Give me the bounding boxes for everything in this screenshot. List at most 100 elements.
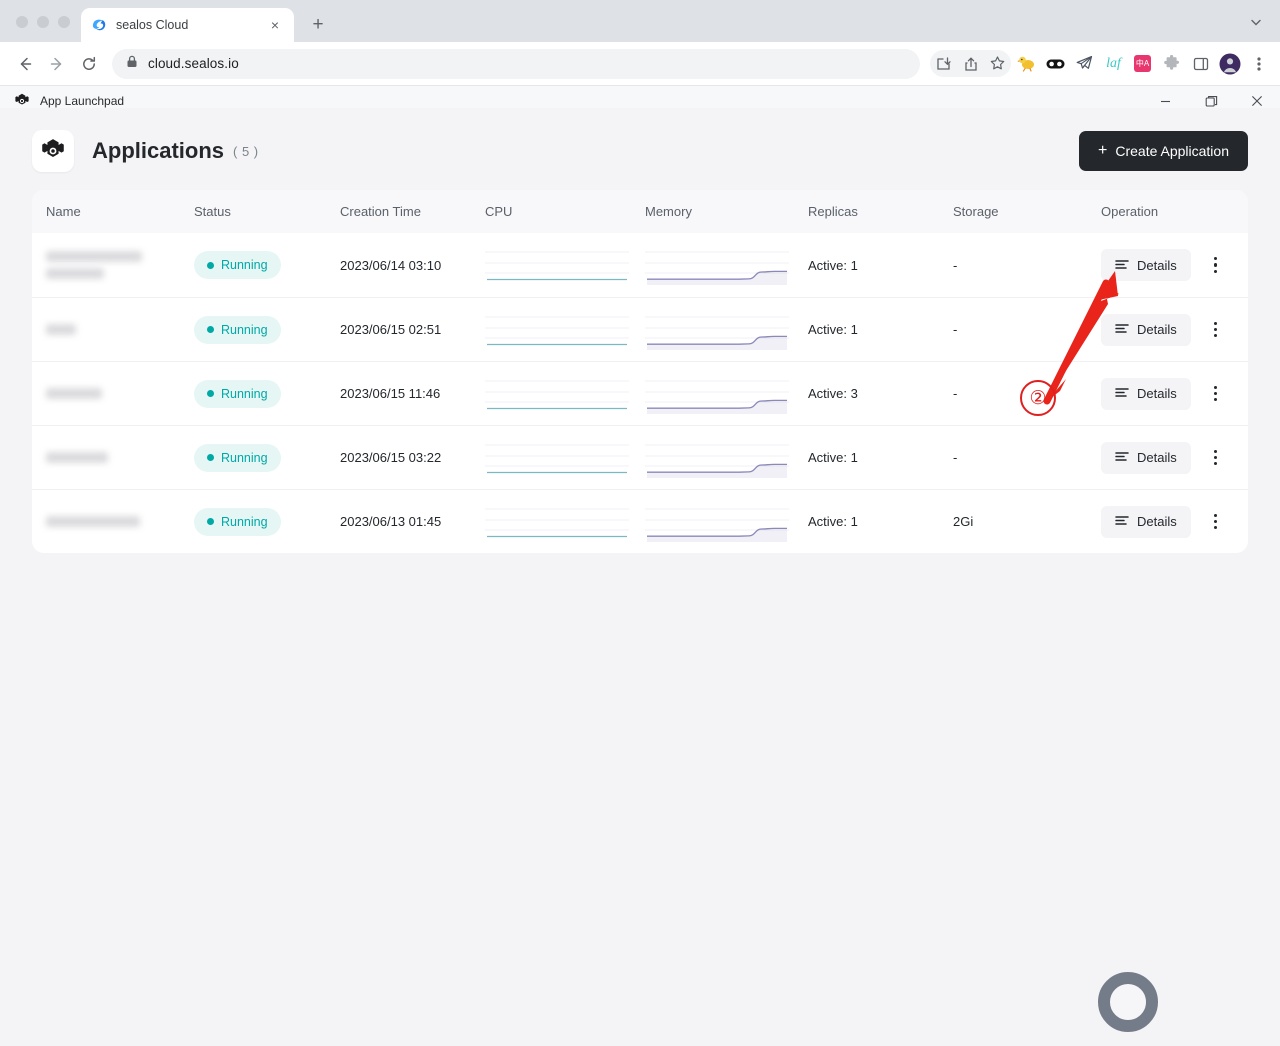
window-traffic-lights	[0, 16, 70, 42]
app-launchpad-logo	[32, 130, 74, 172]
laf-extension-icon[interactable]: laf	[1100, 50, 1127, 77]
cell-cpu	[485, 310, 645, 350]
status-badge: Running	[194, 443, 281, 472]
cell-cpu	[485, 374, 645, 414]
close-window-light[interactable]	[16, 16, 28, 28]
more-vertical-icon[interactable]	[1205, 251, 1227, 279]
table-row[interactable]: Running 2023/06/13 01:45 Active: 1 2Gi D…	[32, 489, 1248, 553]
memory-sparkline	[645, 251, 789, 285]
cpu-sparkline	[485, 316, 629, 345]
details-button[interactable]: Details	[1101, 441, 1191, 474]
cell-status: Running	[194, 443, 340, 472]
table-row[interactable]: Running 2023/06/15 03:22 Active: 1 - Det…	[32, 425, 1248, 489]
toolbar-icons: laf 中A	[930, 50, 1272, 77]
status-label: Running	[221, 322, 268, 337]
redacted-name-bar	[46, 452, 108, 463]
redacted-name-bar	[46, 324, 76, 335]
details-label: Details	[1137, 386, 1177, 401]
cell-memory	[645, 245, 808, 285]
column-header-name: Name	[46, 204, 81, 219]
column-header-creation-time: Creation Time	[340, 204, 421, 219]
list-lines-icon	[1115, 450, 1129, 465]
table-row[interactable]: Running 2023/06/15 02:51 Active: 1 - Det…	[32, 297, 1248, 361]
cell-status: Running	[194, 251, 340, 279]
cell-status: Running	[194, 379, 340, 408]
cpu-sparkline	[485, 380, 629, 409]
address-bar[interactable]: cloud.sealos.io	[112, 48, 920, 79]
translate-extension-icon[interactable]: 中A	[1129, 50, 1156, 77]
glasses-extension-icon[interactable]	[1042, 50, 1069, 77]
side-panel-icon[interactable]	[1187, 50, 1214, 77]
profile-avatar[interactable]	[1216, 50, 1243, 77]
translate-label: 中A	[1134, 55, 1151, 72]
share-icon[interactable]	[957, 50, 984, 77]
new-tab-button[interactable]: +	[304, 11, 332, 39]
column-header-memory: Memory	[645, 204, 692, 219]
status-dot-icon	[207, 518, 214, 525]
details-button[interactable]: Details	[1101, 505, 1191, 538]
more-vertical-icon[interactable]	[1205, 316, 1227, 344]
browser-tab-sealos-cloud[interactable]: sealos Cloud ×	[81, 8, 294, 42]
table-row[interactable]: Running 2023/06/15 11:46 Active: 3 - Det…	[32, 361, 1248, 425]
more-vertical-icon[interactable]	[1205, 508, 1227, 536]
app-window-title: App Launchpad	[40, 93, 125, 108]
cell-cpu	[485, 502, 645, 542]
redacted-name-bar	[46, 268, 104, 279]
minimize-window-light[interactable]	[37, 16, 49, 28]
redacted-app-name	[46, 516, 194, 527]
cell-storage: -	[953, 257, 958, 273]
cell-status: Running	[194, 315, 340, 344]
toolbar-icon-group	[930, 50, 1011, 77]
cell-replicas: Active: 1	[808, 257, 858, 273]
telegram-extension-icon[interactable]	[1071, 50, 1098, 77]
app-launchpad-page: Applications ( 5 ) + Create Application …	[0, 108, 1280, 1046]
more-vertical-icon[interactable]	[1205, 380, 1227, 408]
memory-sparkline	[645, 444, 789, 478]
redacted-name-bar	[46, 251, 142, 262]
cpu-sparkline	[485, 508, 629, 537]
details-button[interactable]: Details	[1101, 249, 1191, 281]
status-dot-icon	[207, 326, 214, 333]
browser-toolbar: cloud.sealos.io laf 中A	[0, 42, 1280, 86]
cell-creation-time: 2023/06/15 02:51	[340, 322, 442, 337]
app-launchpad-icon	[14, 93, 30, 109]
browser-menu-icon[interactable]	[1245, 50, 1272, 77]
more-vertical-icon[interactable]	[1205, 444, 1227, 472]
tab-title: sealos Cloud	[116, 18, 189, 32]
close-icon[interactable]: ×	[266, 16, 284, 34]
cell-name	[46, 388, 194, 399]
table-header-row: Name Status Creation Time CPU Memory Rep…	[32, 190, 1248, 233]
cell-memory	[645, 310, 808, 350]
puzzle-extensions-icon[interactable]	[1158, 50, 1185, 77]
cell-operation: Details	[1101, 313, 1248, 346]
status-badge: Running	[194, 315, 281, 344]
duck-extension-icon[interactable]	[1013, 50, 1040, 77]
install-app-icon[interactable]	[930, 50, 957, 77]
list-lines-icon	[1115, 514, 1129, 529]
bookmark-star-icon[interactable]	[984, 50, 1011, 77]
page-title: Applications	[92, 138, 225, 163]
back-icon[interactable]	[10, 49, 40, 79]
chevron-down-icon[interactable]	[1242, 8, 1270, 36]
status-dot-icon	[207, 390, 214, 397]
forward-icon[interactable]	[42, 49, 72, 79]
maximize-window-light[interactable]	[58, 16, 70, 28]
browser-window: sealos Cloud × + cloud.sealos.io laf 中A …	[0, 0, 1280, 1046]
laf-label: laf	[1106, 55, 1121, 71]
column-header-operation: Operation	[1101, 204, 1159, 219]
lock-icon	[126, 55, 138, 73]
cell-replicas: Active: 3	[808, 386, 858, 401]
cell-status: Running	[194, 507, 340, 536]
memory-sparkline	[645, 316, 789, 350]
details-label: Details	[1137, 450, 1177, 465]
details-button[interactable]: Details	[1101, 377, 1191, 410]
cell-cpu	[485, 438, 645, 478]
cell-name	[46, 516, 194, 527]
page-header: Applications ( 5 ) + Create Application	[0, 108, 1280, 190]
cell-name	[46, 324, 194, 335]
details-button[interactable]: Details	[1101, 313, 1191, 346]
create-application-button[interactable]: + Create Application	[1079, 131, 1248, 171]
reload-icon[interactable]	[74, 49, 104, 79]
status-label: Running	[221, 514, 268, 529]
table-row[interactable]: Running 2023/06/14 03:10 Active: 1 - Det…	[32, 233, 1248, 297]
